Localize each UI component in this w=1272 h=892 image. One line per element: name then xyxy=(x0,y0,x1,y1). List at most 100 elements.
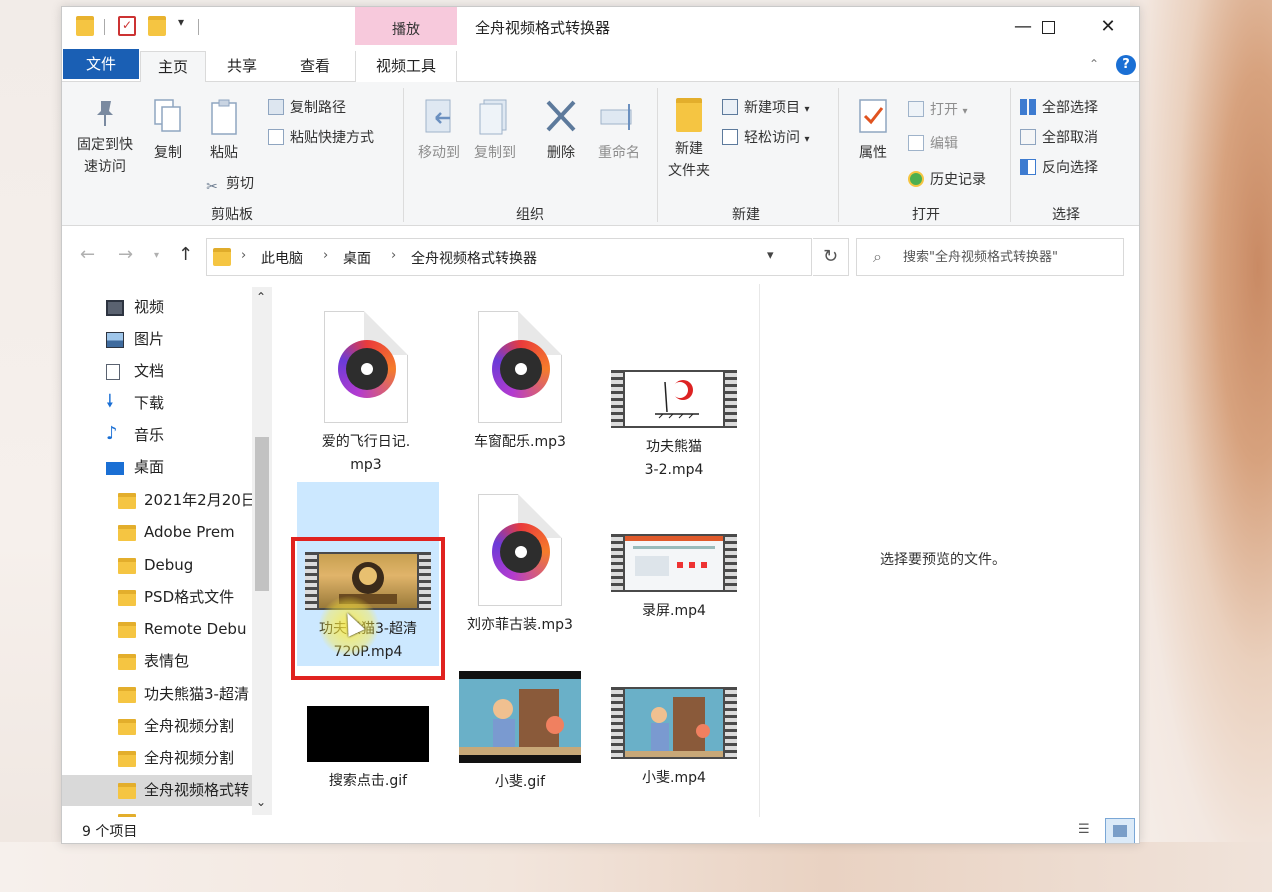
paste-shortcut-icon xyxy=(268,129,284,145)
pin-label: 固定到快 速访问 xyxy=(77,137,133,175)
breadcrumb-chevron-icon[interactable]: › xyxy=(323,248,328,263)
new-item-icon xyxy=(722,99,738,115)
up-arrow-icon[interactable]: ↑ xyxy=(178,244,193,265)
paste-shortcut-label: 粘贴快捷方式 xyxy=(290,130,374,146)
new-item-button[interactable]: 新建项目 ▾ xyxy=(722,96,809,120)
file-item[interactable]: 刘亦菲古装.mp3 xyxy=(445,494,595,637)
preview-pane: 选择要预览的文件。 xyxy=(759,284,1139,817)
copy-icon xyxy=(153,98,183,136)
new-folder-icon xyxy=(676,98,702,132)
gif-thumbnail-icon xyxy=(459,671,581,763)
sidebar-item-label: 表情包 xyxy=(144,652,190,670)
sidebar-item-label: 全舟视频分割 xyxy=(144,749,235,767)
forward-arrow-icon[interactable]: → xyxy=(118,244,133,265)
file-name: 录屏.mp4 xyxy=(642,603,706,619)
breadcrumb-current-folder[interactable]: 全舟视频格式转换器 xyxy=(411,248,537,268)
copy-path-icon xyxy=(268,99,284,115)
history-label: 历史记录 xyxy=(930,172,986,188)
file-item[interactable]: 小斐.gif xyxy=(445,671,595,794)
properties-label: 属性 xyxy=(859,145,887,161)
breadcrumb-chevron-icon[interactable]: › xyxy=(391,248,396,263)
navigation-bar: ← → ▾ ↑ › 此电脑 › 桌面 › 全舟视频格式转换器 ▾ ↻ ⌕ xyxy=(62,226,1139,284)
new-folder-quick-access-icon[interactable] xyxy=(148,16,166,36)
tab-share[interactable]: 共享 xyxy=(208,51,276,82)
folder-icon xyxy=(213,248,231,266)
properties-button[interactable]: 属性 xyxy=(848,98,898,164)
delete-button[interactable]: 删除 xyxy=(536,98,586,164)
desktop-backdrop-bottom xyxy=(0,842,1272,892)
file-item[interactable]: 爱的飞行日记. mp3 xyxy=(291,311,441,477)
pin-to-quick-access-button[interactable]: 固定到快 速访问 xyxy=(70,98,140,178)
file-item[interactable]: 功夫熊猫 3-2.mp4 xyxy=(599,370,749,482)
desktop-icon xyxy=(106,462,124,475)
organize-group-label: 组织 xyxy=(516,207,544,223)
easy-access-button[interactable]: 轻松访问 ▾ xyxy=(722,126,809,150)
copy-path-button[interactable]: 复制路径 xyxy=(268,96,346,120)
file-item[interactable]: 录屏.mp4 xyxy=(599,534,749,623)
paste-button[interactable]: 粘贴 xyxy=(202,98,246,164)
pictures-icon xyxy=(106,332,124,348)
breadcrumb-this-pc[interactable]: 此电脑 xyxy=(261,248,303,268)
close-icon[interactable]: ✕ xyxy=(1085,12,1131,42)
refresh-icon[interactable]: ↻ xyxy=(813,238,849,276)
select-none-button[interactable]: 全部取消 xyxy=(1020,126,1098,150)
details-view-icon[interactable]: ☰ xyxy=(1078,822,1100,840)
invert-selection-button[interactable]: 反向选择 xyxy=(1020,156,1098,180)
sidebar-item-label: 全舟视频分割 xyxy=(144,717,235,735)
sidebar-scrollbar[interactable]: ⌃ ⌄ xyxy=(252,287,272,815)
video-thumbnail-icon xyxy=(611,370,737,428)
file-item[interactable]: 车窗配乐.mp3 xyxy=(445,311,595,454)
maximize-icon[interactable] xyxy=(1025,12,1071,42)
sidebar-folder-item-selected[interactable]: 全舟视频格式转 xyxy=(62,775,252,806)
tab-file[interactable]: 文件 xyxy=(63,49,139,79)
address-bar[interactable]: › 此电脑 › 桌面 › 全舟视频格式转换器 ▾ xyxy=(206,238,812,276)
move-to-button[interactable]: 移动到 xyxy=(412,98,466,164)
sidebar-item-label: PSD格式文件 xyxy=(144,588,235,606)
help-icon[interactable]: ? xyxy=(1116,55,1136,75)
rename-button[interactable]: 重命名 xyxy=(590,98,648,164)
file-item[interactable]: 小斐.mp4 xyxy=(599,687,749,790)
edit-button[interactable]: 编辑 xyxy=(908,132,958,156)
folder-icon xyxy=(118,622,136,638)
divider xyxy=(403,88,404,222)
open-button[interactable]: 打开 ▾ xyxy=(908,98,967,122)
edit-label: 编辑 xyxy=(930,136,958,152)
back-arrow-icon[interactable]: ← xyxy=(80,244,95,265)
select-all-button[interactable]: 全部选择 xyxy=(1020,96,1098,120)
recent-locations-chevron-icon[interactable]: ▾ xyxy=(154,250,159,261)
new-folder-button[interactable]: 新建 文件夹 xyxy=(660,98,718,182)
large-icons-view-icon[interactable] xyxy=(1105,818,1135,843)
copy-to-button[interactable]: 复制到 xyxy=(468,98,522,164)
open-dropdown-icon: ▾ xyxy=(962,106,968,117)
scroll-down-chevron-icon[interactable]: ⌄ xyxy=(256,795,266,809)
folder-icon xyxy=(76,16,94,36)
sidebar-item-label: 下载 xyxy=(134,394,165,412)
properties-check-icon xyxy=(858,98,888,136)
ribbon: 固定到快 速访问 复制 粘贴 复制路径 粘贴快捷方式 ✂ 剪切 剪贴板 移动到 … xyxy=(62,82,1139,226)
search-input[interactable] xyxy=(903,239,1119,275)
cut-button[interactable]: ✂ 剪切 xyxy=(204,172,254,196)
tab-video-tools[interactable]: 视频工具 xyxy=(355,51,457,82)
paste-shortcut-button[interactable]: 粘贴快捷方式 xyxy=(268,126,374,150)
folder-icon xyxy=(118,783,136,799)
history-button[interactable]: 历史记录 xyxy=(908,168,986,192)
breadcrumb-chevron-icon[interactable]: › xyxy=(241,248,246,263)
contextual-tab-group-header: 播放 xyxy=(355,7,457,45)
invert-selection-icon xyxy=(1020,159,1036,175)
search-box[interactable]: ⌕ xyxy=(856,238,1124,276)
address-history-chevron-icon[interactable]: ▾ xyxy=(767,248,774,263)
tab-home[interactable]: 主页 xyxy=(140,51,206,82)
easy-access-icon xyxy=(722,129,738,145)
file-item[interactable]: 搜索点击.gif xyxy=(293,706,443,793)
scroll-up-chevron-icon[interactable]: ⌃ xyxy=(256,290,266,304)
scissors-icon: ✂ xyxy=(206,179,218,195)
tab-view[interactable]: 查看 xyxy=(280,51,350,82)
delete-x-icon xyxy=(544,98,578,136)
copy-button[interactable]: 复制 xyxy=(146,98,190,164)
sidebar-item-label: 桌面 xyxy=(134,458,165,476)
breadcrumb-desktop[interactable]: 桌面 xyxy=(343,248,371,268)
collapse-ribbon-chevron-icon[interactable]: ⌃ xyxy=(1089,57,1099,71)
properties-quick-access-icon[interactable]: ✓ xyxy=(118,16,136,36)
customize-quick-access-chevron-icon[interactable]: ▾ xyxy=(178,15,184,29)
scrollbar-thumb[interactable] xyxy=(255,437,269,591)
